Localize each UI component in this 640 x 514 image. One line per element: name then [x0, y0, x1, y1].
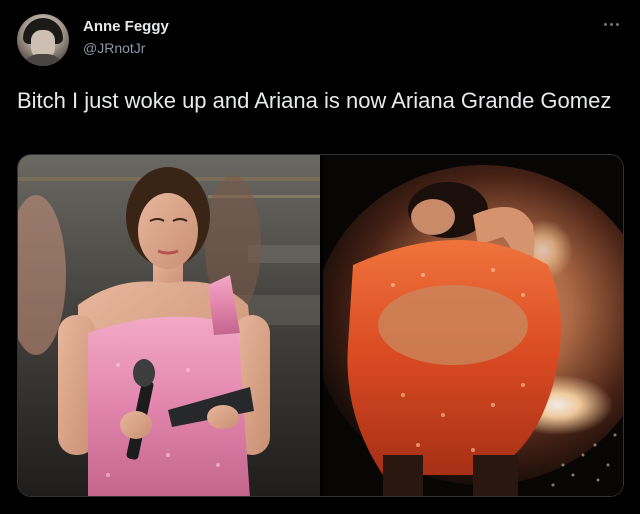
author-handle[interactable]: @JRnotJr	[83, 40, 145, 56]
dot	[604, 23, 607, 26]
photo-right[interactable]	[323, 155, 623, 496]
author-display-name[interactable]: Anne Feggy	[83, 18, 169, 35]
avatar-shirt	[21, 54, 65, 66]
dot	[616, 23, 619, 26]
photo-left[interactable]	[18, 155, 320, 496]
tweet-text: Bitch I just woke up and Ariana is now A…	[17, 88, 612, 113]
more-horizontal-icon[interactable]	[598, 14, 624, 34]
photo-right-illustration	[323, 155, 623, 496]
author-avatar[interactable]	[17, 14, 69, 66]
media-grid[interactable]	[17, 154, 624, 497]
tweet-card: Anne Feggy @JRnotJr Bitch I just woke up…	[0, 0, 640, 514]
dot	[610, 23, 613, 26]
photo-left-illustration	[18, 155, 320, 496]
